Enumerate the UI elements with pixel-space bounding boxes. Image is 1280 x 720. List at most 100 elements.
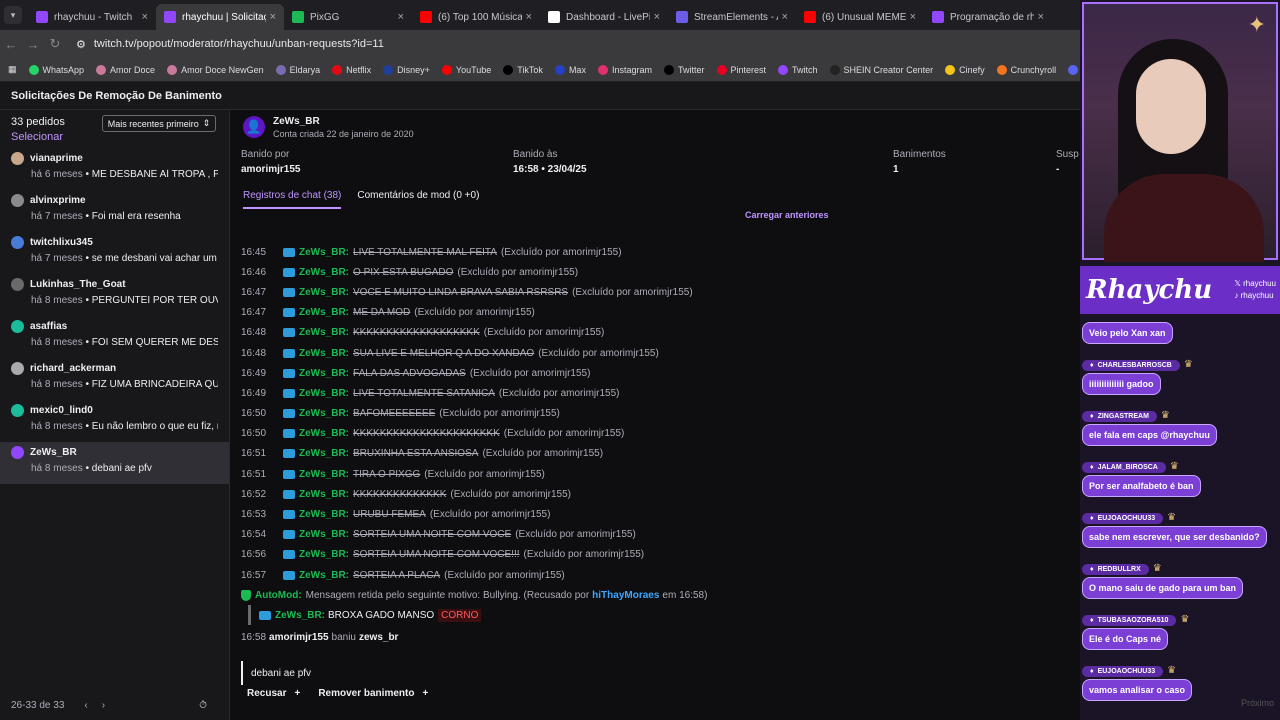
automod-held-message: ZeWs_BR: BROXA GADO MANSO CORNO <box>248 605 1041 626</box>
automod-moderator[interactable]: hiThayMoraes <box>592 590 659 601</box>
request-list-item[interactable]: mexic0_lind0 há 8 meses • Eu não lembro o… <box>0 400 229 442</box>
log-user[interactable]: ZeWs_BR: <box>299 247 349 258</box>
chat-log-line: 16:47 ZeWs_BR: ME DA MOD (Excluído por amor… <box>241 303 1041 323</box>
request-list-item[interactable]: twitchlixu345 há 7 meses • se me desbani … <box>0 232 229 274</box>
request-list-item[interactable]: alvinxprime há 7 meses • Foi mal era rese… <box>0 190 229 232</box>
timer-icon[interactable]: ⏱ <box>199 700 207 711</box>
log-user[interactable]: ZeWs_BR: <box>299 388 349 399</box>
crown-icon: ♛ <box>1152 563 1162 574</box>
request-list-item[interactable]: vianaprime há 6 meses • ME DESBANE AÍ TRO… <box>0 148 229 190</box>
bookmark-item[interactable]: Instagram <box>597 64 652 75</box>
browser-tab[interactable]: StreamElements - Ac × <box>668 4 796 30</box>
chat-log-line: 16:48 ZeWs_BR: SUA LIVE E MELHOR Q A DO XA… <box>241 343 1041 363</box>
bookmark-favicon-icon <box>96 64 107 75</box>
forward-icon[interactable]: → <box>22 37 44 52</box>
browser-tab[interactable]: (6) Top 100 Músicas × <box>412 4 540 30</box>
log-user[interactable]: ZeWs_BR: <box>299 549 349 560</box>
log-user[interactable]: ZeWs_BR: <box>299 368 349 379</box>
reload-icon[interactable]: ↻ <box>44 36 66 52</box>
ban-moderator[interactable]: amorimjr155 <box>269 632 328 643</box>
request-list-item[interactable]: richard_ackerman há 8 meses • FIZ UMA BRI… <box>0 358 229 400</box>
tab-close-icon[interactable]: × <box>398 11 404 23</box>
log-user[interactable]: ZeWs_BR: <box>299 448 349 459</box>
log-user[interactable]: ZeWs_BR: <box>299 307 349 318</box>
bookmark-item[interactable]: Twitch <box>778 64 818 75</box>
bookmark-item[interactable]: Disco <box>1068 64 1080 75</box>
tab-close-icon[interactable]: × <box>526 11 532 23</box>
browser-tab[interactable]: Programação de rhay × <box>924 4 1052 30</box>
log-user[interactable]: ZeWs_BR: <box>299 408 349 419</box>
url-text[interactable]: twitch.tv/popout/moderator/rhaychuu/unba… <box>94 38 384 50</box>
ban-time: 16:58 <box>241 631 267 643</box>
request-age: há 6 meses <box>31 169 83 180</box>
bookmark-item[interactable]: SHEIN Creator Center <box>829 64 933 75</box>
tab-chat-logs[interactable]: Registros de chat (38) <box>243 190 342 209</box>
prev-page-icon[interactable]: ‹ <box>84 700 87 711</box>
bookmark-item[interactable]: Cinefy <box>945 64 985 75</box>
bookmark-item[interactable]: YouTube <box>441 64 491 75</box>
site-info-icon[interactable]: ⚙ <box>76 38 86 51</box>
bookmark-item[interactable]: TikTok <box>503 64 543 75</box>
log-message: LIVE TOTALMENTE MAL FEITA <box>353 246 497 258</box>
request-list-item[interactable]: Lukinhas_The_Goat há 8 meses • PERGUNTEI … <box>0 274 229 316</box>
log-user[interactable]: ZeWs_BR: <box>299 509 349 520</box>
bookmark-item[interactable]: Pinterest <box>716 64 766 75</box>
log-user[interactable]: ZeWs_BR: <box>299 570 349 581</box>
user-name[interactable]: ZeWs_BR <box>273 116 414 127</box>
bookmark-item[interactable]: Max <box>554 64 586 75</box>
bookmark-item[interactable]: Crunchyroll <box>996 64 1056 75</box>
log-user[interactable]: ZeWs_BR: <box>299 428 349 439</box>
bookmark-item[interactable]: WhatsApp <box>28 64 84 75</box>
back-icon[interactable]: ← <box>0 37 22 52</box>
unban-button[interactable]: Remover banimento + <box>318 688 428 699</box>
user-avatar: 👤 <box>243 116 265 138</box>
log-user[interactable]: ZeWs_BR: <box>299 287 349 298</box>
tab-close-icon[interactable]: × <box>270 11 276 23</box>
bookmark-item[interactable]: Disney+ <box>383 64 430 75</box>
browser-tab[interactable]: rhaychuu - Twitch × <box>28 4 156 30</box>
log-user[interactable]: ZeWs_BR: <box>299 348 349 359</box>
bookmark-label: Disney+ <box>397 64 430 75</box>
tab-close-icon[interactable]: × <box>910 11 916 23</box>
tab-close-icon[interactable]: × <box>654 11 660 23</box>
log-user[interactable]: ZeWs_BR: <box>299 267 349 278</box>
log-user[interactable]: ZeWs_BR: <box>299 327 349 338</box>
sort-dropdown[interactable]: Mais recentes primeiro ⇕ <box>102 115 216 132</box>
overlay-chat-username: REDBULLRX <box>1097 566 1141 573</box>
tab-list-chevron-down-icon[interactable]: ▾ <box>4 6 22 24</box>
bookmark-item[interactable]: Twitter <box>663 64 705 75</box>
deny-button[interactable]: Recusar + <box>247 688 300 699</box>
request-list-item[interactable]: asaffias há 8 meses • FOI SEM QUERER ME D… <box>0 316 229 358</box>
tab-close-icon[interactable]: × <box>1038 11 1044 23</box>
request-list-item[interactable]: ZeWs_BR há 8 meses • debani ae pfv <box>0 442 229 484</box>
sub-badge-icon <box>259 610 271 620</box>
log-user[interactable]: ZeWs_BR: <box>299 489 349 500</box>
bookmark-item[interactable]: Amor Doce <box>96 64 155 75</box>
ban-user[interactable]: zews_br <box>359 632 398 643</box>
log-user[interactable]: ZeWs_BR: <box>299 529 349 540</box>
tab-title: PixGG <box>310 11 340 23</box>
tab-title: Programação de rhay <box>950 11 1034 23</box>
request-age: há 8 meses <box>31 421 83 432</box>
log-user[interactable]: ZeWs_BR: <box>299 469 349 480</box>
tab-close-icon[interactable]: × <box>782 11 788 23</box>
browser-tab[interactable]: PixGG × <box>284 4 412 30</box>
deleted-note: (Excluído por amorimjr155) <box>457 266 579 278</box>
load-previous-button[interactable]: Carregar anteriores <box>745 210 829 220</box>
bookmark-item[interactable]: Eldarya <box>275 64 320 75</box>
browser-tab[interactable]: Dashboard - LivePix × <box>540 4 668 30</box>
browser-tab[interactable]: (6) Unusual MEMES × <box>796 4 924 30</box>
apps-grid-icon[interactable]: ▦ <box>8 64 17 75</box>
browser-tab[interactable]: rhaychuu | Solicitações × <box>156 4 284 30</box>
next-page-icon[interactable]: › <box>102 700 105 711</box>
tab-mod-comments[interactable]: Comentários de mod (0 +0) <box>357 190 479 209</box>
held-user[interactable]: ZeWs_BR: <box>275 610 325 621</box>
bookmark-item[interactable]: Amor Doce NewGen <box>167 64 264 75</box>
bookmark-item[interactable]: Netflix <box>332 64 371 75</box>
log-time: 16:50 <box>241 408 267 420</box>
bookmark-favicon-icon <box>275 64 286 75</box>
bookmark-label: Max <box>568 64 586 75</box>
overlay-chat-message: ♦ JALAM_BIROSCA ♛ Por ser analfabeto é ban <box>1082 458 1272 497</box>
tab-close-icon[interactable]: × <box>142 11 148 23</box>
select-button[interactable]: Selecionar <box>11 131 218 143</box>
